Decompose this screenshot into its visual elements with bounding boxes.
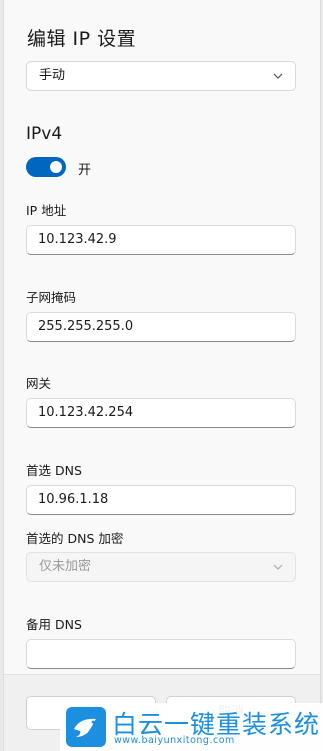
edit-ip-settings-dialog: 编辑 IP 设置 手动 IPv4 开 IP 地址 10.123.42.9 子网掩… xyxy=(3,0,321,751)
ip-address-input[interactable]: 10.123.42.9 xyxy=(26,225,296,255)
ip-address-label: IP 地址 xyxy=(26,203,67,218)
preferred-dns-input[interactable]: 10.96.1.18 xyxy=(26,485,296,515)
preferred-dns-label: 首选 DNS xyxy=(26,463,82,478)
gateway-input[interactable]: 10.123.42.254 xyxy=(26,398,296,428)
alternate-dns-input[interactable] xyxy=(26,639,296,669)
dns-encryption-value: 仅未加密 xyxy=(39,559,92,574)
chevron-down-icon xyxy=(273,564,283,570)
toggle-knob xyxy=(50,161,62,173)
subnet-mask-label: 子网掩码 xyxy=(26,290,77,305)
bird-logo-icon xyxy=(66,707,106,747)
site-watermark: 白云一键重装系统 www.baiyunxitong.com xyxy=(60,703,323,751)
subnet-mask-input[interactable]: 255.255.255.0 xyxy=(26,312,296,342)
ip-mode-select[interactable]: 手动 xyxy=(26,61,296,91)
chevron-down-icon xyxy=(273,73,283,79)
watermark-url: www.baiyunxitong.com xyxy=(114,735,235,746)
gateway-label: 网关 xyxy=(26,376,52,391)
dns-encryption-label: 首选的 DNS 加密 xyxy=(26,531,124,546)
ip-mode-value: 手动 xyxy=(39,68,66,83)
ipv4-section-title: IPv4 xyxy=(26,124,63,144)
alternate-dns-label: 备用 DNS xyxy=(26,617,82,632)
ipv4-toggle-label: 开 xyxy=(78,163,92,178)
dns-encryption-select[interactable]: 仅未加密 xyxy=(26,552,296,582)
ipv4-toggle[interactable] xyxy=(26,157,66,177)
dialog-title: 编辑 IP 设置 xyxy=(27,28,137,50)
